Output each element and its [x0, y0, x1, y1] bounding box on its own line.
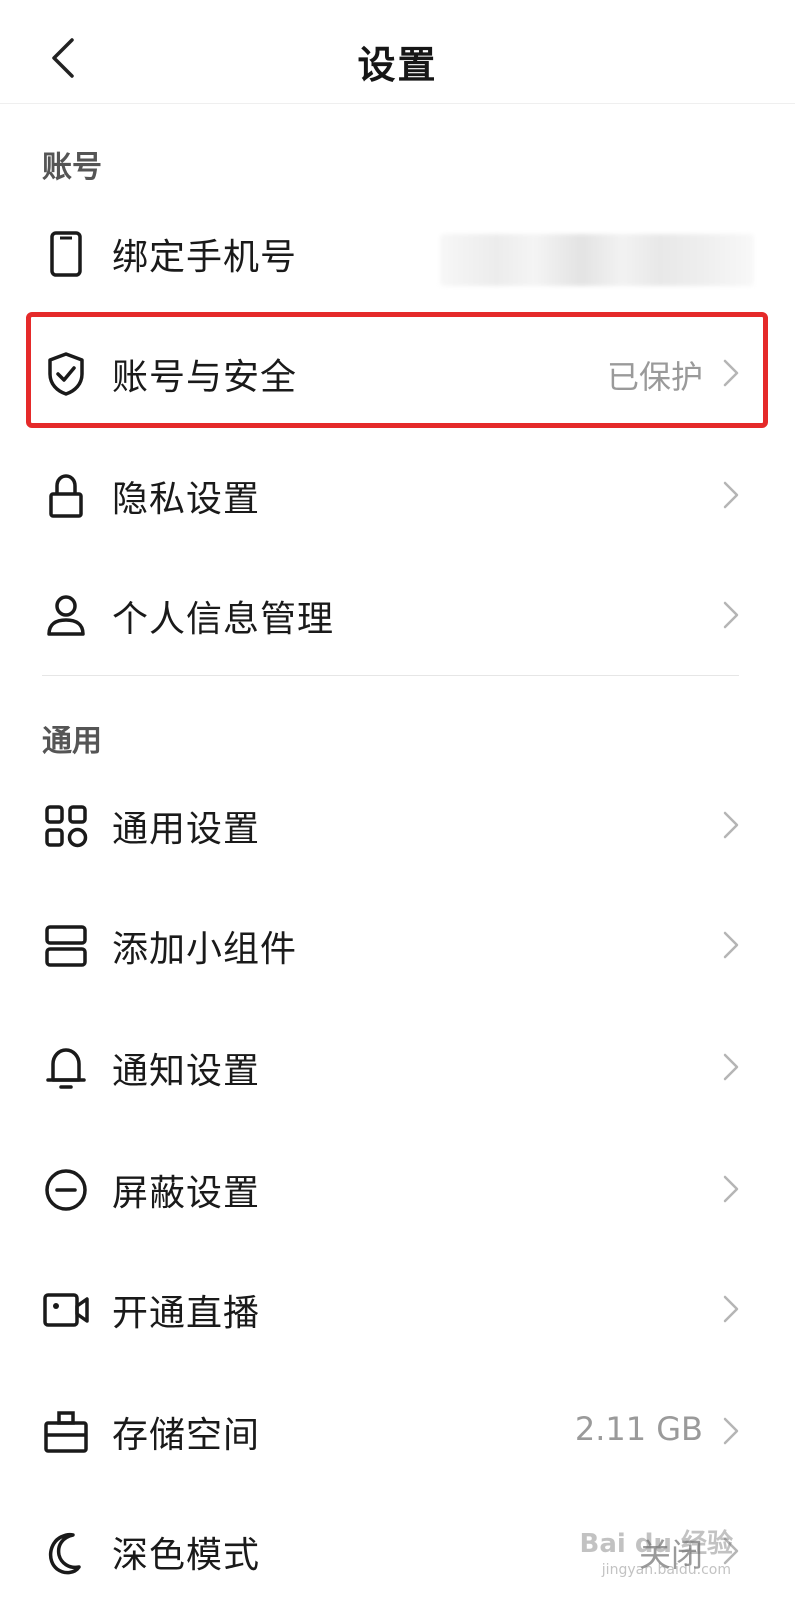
- watermark-url: jingyan.baidu.com: [601, 1562, 731, 1578]
- row-label-block: 屏蔽设置: [112, 1173, 261, 1214]
- row-block[interactable]: 屏蔽设置: [0, 1130, 795, 1246]
- chevron-right-icon: [723, 931, 739, 959]
- row-value-storage: 2.11 GB: [574, 1410, 703, 1448]
- row-label-live: 开通直播: [112, 1293, 261, 1334]
- user-icon: [42, 592, 90, 640]
- grid-icon: [42, 802, 90, 850]
- row-label-storage: 存储空间: [112, 1415, 261, 1456]
- row-label-dark-mode: 深色模式: [112, 1535, 261, 1576]
- chevron-right-icon: [723, 1053, 739, 1081]
- widget-icon: [42, 922, 90, 970]
- row-widgets[interactable]: 添加小组件: [0, 886, 795, 1002]
- chevron-right-icon: [723, 811, 739, 839]
- row-label-privacy: 隐私设置: [112, 479, 261, 520]
- row-personal-info[interactable]: 个人信息管理: [0, 556, 795, 672]
- row-notifications[interactable]: 通知设置: [0, 1008, 795, 1124]
- row-label-general-settings: 通用设置: [112, 809, 261, 850]
- briefcase-icon: [42, 1408, 90, 1456]
- section-title-account: 账号: [42, 150, 102, 185]
- minus-circle-icon: [42, 1166, 90, 1214]
- watermark: Bai du 经验: [579, 1529, 734, 1559]
- phone-number-blurred: [440, 234, 754, 286]
- chevron-right-icon: [723, 481, 739, 509]
- moon-icon: [42, 1528, 90, 1576]
- chevron-right-icon: [723, 1175, 739, 1203]
- row-privacy[interactable]: 隐私设置: [0, 436, 795, 552]
- settings-screen: 设置 账号 绑定手机号 账号与安全 已保护 隐私设置 个人信息管理 通用 通用设…: [0, 0, 795, 1600]
- row-label-bind-phone: 绑定手机号: [112, 237, 298, 278]
- highlight-annotation-box: [26, 312, 768, 428]
- video-camera-icon: [42, 1286, 90, 1334]
- chevron-right-icon: [723, 1295, 739, 1323]
- row-live[interactable]: 开通直播: [0, 1250, 795, 1366]
- page-title: 设置: [357, 43, 438, 87]
- row-label-personal-info: 个人信息管理: [112, 599, 335, 640]
- row-label-widgets: 添加小组件: [112, 929, 298, 970]
- lock-icon: [42, 472, 90, 520]
- section-divider: [42, 675, 739, 676]
- phone-icon: [42, 230, 90, 278]
- chevron-right-icon: [723, 1417, 739, 1445]
- chevron-right-icon: [723, 601, 739, 629]
- header: 设置: [0, 0, 795, 104]
- row-label-notifications: 通知设置: [112, 1051, 261, 1092]
- row-storage[interactable]: 存储空间 2.11 GB: [0, 1372, 795, 1488]
- bell-icon: [42, 1044, 90, 1092]
- section-title-general: 通用: [42, 724, 102, 759]
- row-general-settings[interactable]: 通用设置: [0, 766, 795, 882]
